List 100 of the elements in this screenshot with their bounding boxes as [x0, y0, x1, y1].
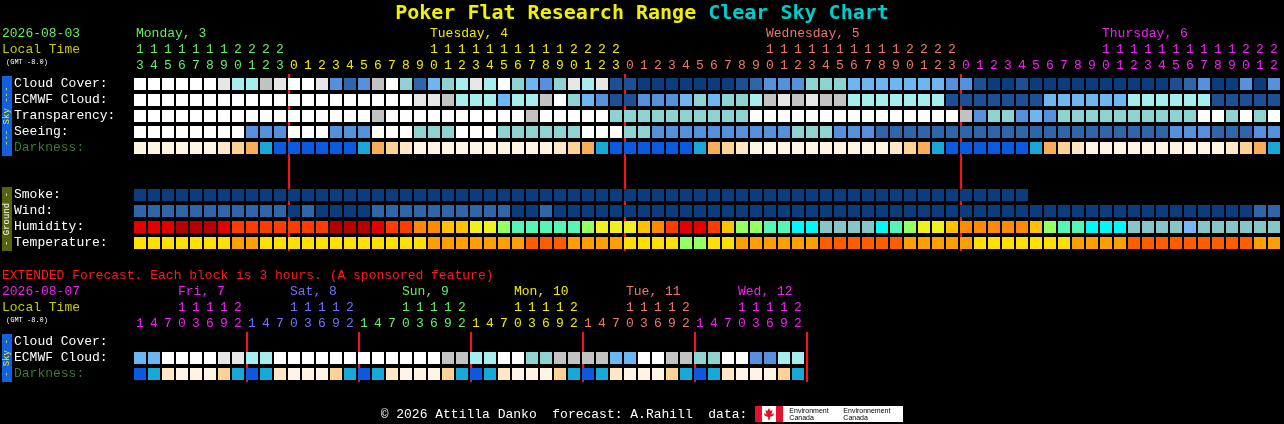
hour-label: 10 [401, 300, 411, 332]
row-label: Darkness: [14, 366, 86, 382]
hour-label: 0 [961, 58, 971, 74]
hour-label: 7 [163, 316, 173, 332]
hour-label: 10 [625, 300, 635, 332]
day-label: Wednesday, 5 [766, 26, 860, 42]
row-label: Cloud Cover: [14, 334, 108, 350]
hour-label: 19 [891, 42, 901, 74]
hour-label: 5 [1031, 58, 1041, 74]
hour-label: 10 [513, 300, 523, 332]
hour-label: 1 [583, 316, 593, 332]
hour-label: 13 [639, 300, 649, 332]
hour-label: 19 [219, 300, 229, 332]
hour-label: 22 [261, 42, 271, 74]
hour-label: 14 [485, 42, 495, 74]
hour-label: 22 [681, 300, 691, 332]
hour-label: 7 [499, 316, 509, 332]
credit-text: © 2026 Attilla Danko forecast: A.Rahill data: [380, 406, 748, 422]
hour-label: 16 [765, 300, 775, 332]
row-label: Darkness: [14, 140, 86, 156]
hour-label: 2 [989, 58, 999, 74]
day-label: Mon, 10 [514, 284, 569, 300]
hour-label: 1 [695, 316, 705, 332]
flag-icon [755, 406, 784, 422]
hour-label: 19 [443, 300, 453, 332]
row-label: ECMWF Cloud: [14, 350, 108, 366]
row-label: Humidity: [14, 219, 86, 235]
hour-label: 22 [793, 300, 803, 332]
row-label: Transparency: [14, 108, 116, 124]
chart-title: Clear Sky Chart [708, 0, 889, 24]
hour-label: 20 [1241, 42, 1251, 74]
hour-label: 23 [947, 42, 957, 74]
row-label: Cloud Cover: [14, 76, 109, 92]
hour-label: 13 [1143, 42, 1153, 74]
hour-label: 10 [177, 300, 187, 332]
hour-label: 0 [625, 58, 635, 74]
hour-label: 19 [555, 300, 565, 332]
day-label: Monday, 3 [136, 26, 207, 42]
hour-label: 16 [317, 300, 327, 332]
hour-label: 7 [387, 316, 397, 332]
hour-label: 13 [471, 42, 481, 74]
hour-label: 4 [485, 316, 495, 332]
row-label: Smoke: [14, 187, 62, 203]
hour-label: 4 [597, 316, 607, 332]
hour-label: 7 [611, 316, 621, 332]
day-label: Thursday, 6 [1102, 26, 1188, 42]
hour-label: 18 [541, 42, 551, 74]
hour-label: 13 [751, 300, 761, 332]
hour-label: 1 [135, 316, 145, 332]
hour-label: 20 [569, 42, 579, 74]
hour-label: 14 [149, 42, 159, 74]
hour-label: 7 [387, 58, 397, 74]
hour-label: 10 [429, 42, 439, 74]
hour-label: 22 [569, 300, 579, 332]
hour-label: 1 [247, 316, 257, 332]
hour-label: 13 [303, 300, 313, 332]
hour-label: 22 [933, 42, 943, 74]
hour-label: 22 [233, 300, 243, 332]
hour-label: 16 [849, 42, 859, 74]
row-label: ECMWF Cloud: [14, 92, 109, 108]
row-label: Temperature: [14, 235, 108, 251]
hour-label: 22 [597, 42, 607, 74]
hour-label: 4 [149, 316, 159, 332]
hour-label: 15 [1171, 42, 1181, 74]
hour-label: 4 [373, 316, 383, 332]
hour-label: 4 [345, 58, 355, 74]
hour-label: 19 [779, 300, 789, 332]
hour-label: 17 [191, 42, 201, 74]
hour-label: 10 [1101, 42, 1111, 74]
hour-label: 19 [331, 300, 341, 332]
hour-label: 10 [737, 300, 747, 332]
hour-label: 14 [821, 42, 831, 74]
hour-label: 16 [429, 300, 439, 332]
hour-label: 16 [1185, 42, 1195, 74]
hour-label: 19 [667, 300, 677, 332]
day-label: Tuesday, 4 [430, 26, 508, 42]
hour-label: 4 [1017, 58, 1027, 74]
hour-label: 13 [415, 300, 425, 332]
hour-label: 19 [555, 42, 565, 74]
hour-label: 13 [191, 300, 201, 332]
day-label: Fri, 7 [178, 284, 225, 300]
forecast-date: 2026-08-03 [1, 26, 80, 42]
hour-label: 5 [359, 58, 369, 74]
hour-label: 11 [443, 42, 453, 74]
day-label: Tue, 11 [626, 284, 681, 300]
hour-label: 9 [1087, 58, 1097, 74]
hour-label: 18 [1213, 42, 1223, 74]
hour-label: 6 [373, 58, 383, 74]
forecast-date: 2026-08-07 [1, 284, 80, 300]
hour-label: 22 [1269, 42, 1279, 74]
hour-label: 1 [639, 58, 649, 74]
hour-label: 15 [835, 42, 845, 74]
day-label: Wed, 12 [738, 284, 793, 300]
hour-label: 1 [975, 58, 985, 74]
hour-label: 23 [611, 42, 621, 74]
hour-label: 2 [653, 58, 663, 74]
hour-label: 4 [261, 316, 271, 332]
hour-label: 3 [667, 58, 677, 74]
day-label: Sat, 8 [290, 284, 337, 300]
row-label: Wind: [14, 203, 54, 219]
